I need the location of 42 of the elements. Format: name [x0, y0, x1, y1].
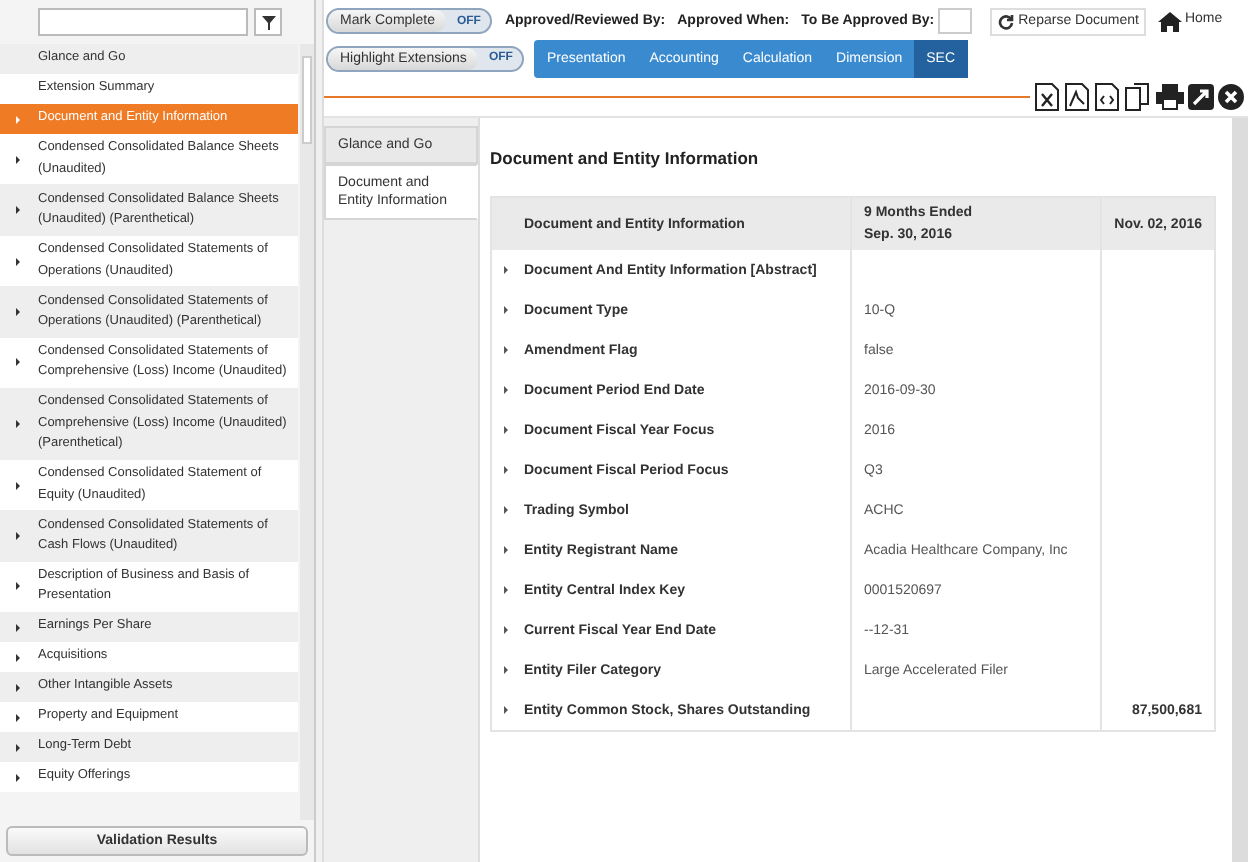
pdf-file-icon[interactable] [1064, 82, 1090, 112]
expand-arrow-icon[interactable] [504, 346, 508, 354]
expand-arrow-icon[interactable] [504, 306, 508, 314]
expand-arrow-icon[interactable] [16, 307, 20, 316]
expand-arrow-icon[interactable] [16, 206, 20, 215]
expand-arrow-icon[interactable] [504, 666, 508, 674]
expand-arrow-icon[interactable] [16, 653, 20, 662]
close-icon[interactable] [1218, 84, 1244, 110]
expand-icon[interactable] [1188, 84, 1214, 110]
expand-arrow-icon[interactable] [504, 586, 508, 594]
scrollbar[interactable] [300, 44, 314, 820]
expand-arrow-icon[interactable] [16, 713, 20, 722]
expand-arrow-icon[interactable] [504, 506, 508, 514]
filter-button[interactable] [254, 8, 282, 36]
copy-icon[interactable] [1124, 82, 1152, 112]
expand-arrow-icon[interactable] [16, 257, 20, 266]
expand-arrow-icon[interactable] [16, 582, 20, 591]
refresh-icon [998, 13, 1015, 29]
expand-arrow-icon[interactable] [504, 546, 508, 554]
print-icon[interactable] [1156, 84, 1184, 110]
expand-arrow-icon[interactable] [16, 773, 20, 782]
expand-arrow-icon[interactable] [16, 358, 20, 367]
expand-arrow-icon[interactable] [16, 683, 20, 692]
expand-arrow-icon[interactable] [16, 531, 20, 540]
filter-icon [261, 15, 275, 29]
expand-arrow-icon[interactable] [16, 481, 20, 490]
expand-arrow-icon[interactable] [504, 386, 508, 394]
expand-arrow-icon[interactable] [504, 466, 508, 474]
code-file-icon[interactable] [1094, 82, 1120, 112]
house-icon [1158, 11, 1183, 31]
expand-arrow-icon[interactable] [16, 623, 20, 632]
search-field[interactable] [38, 8, 248, 36]
expand-arrow-icon[interactable] [504, 706, 508, 714]
report-title: Document and Entity Information [490, 148, 761, 168]
expand-arrow-icon[interactable] [504, 266, 508, 274]
excel-file-icon[interactable] [1034, 82, 1060, 112]
expand-arrow-icon[interactable] [16, 743, 20, 752]
approver-field[interactable] [938, 8, 973, 34]
expand-arrow-icon[interactable] [16, 419, 20, 428]
expand-arrow-icon[interactable] [504, 626, 508, 634]
expand-arrow-icon[interactable] [504, 426, 508, 434]
expand-arrow-icon[interactable] [16, 155, 20, 164]
